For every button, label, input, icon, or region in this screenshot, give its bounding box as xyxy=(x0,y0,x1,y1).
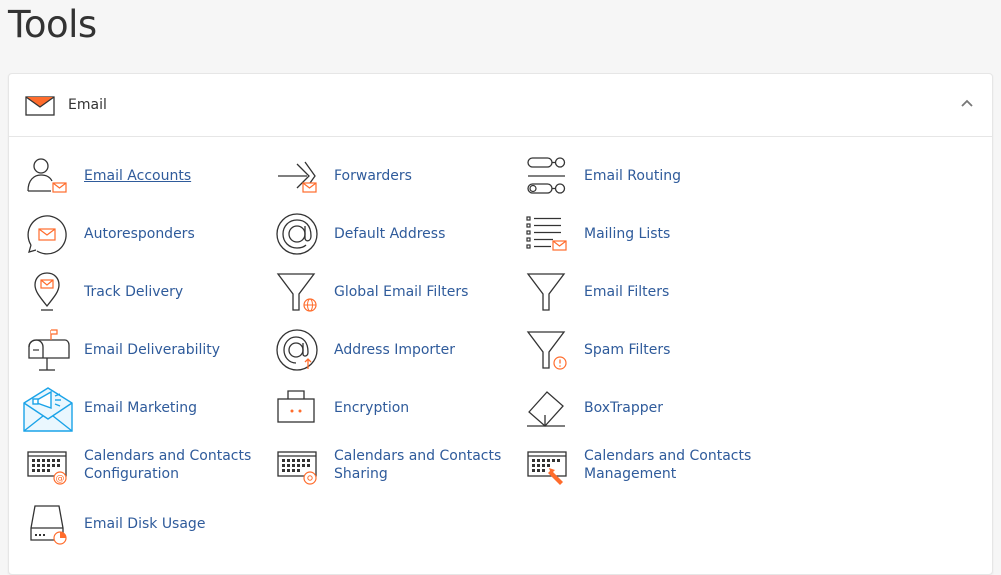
item-label: Address Importer xyxy=(334,342,456,358)
item-label: BoxTrapper xyxy=(584,400,663,416)
item-label: Encryption xyxy=(334,400,410,416)
item-label: Calendars and Contacts Management xyxy=(584,448,752,482)
item-label: Email Disk Usage xyxy=(84,516,206,532)
email-routing-icon xyxy=(525,154,573,198)
email-routing-link[interactable]: Email Routing xyxy=(525,154,765,198)
spam-filters-icon xyxy=(525,328,573,372)
track-delivery-link[interactable]: Track Delivery xyxy=(25,270,265,314)
autoresponders-icon xyxy=(25,212,73,256)
calendars-management-link[interactable]: Calendars and Contacts Management xyxy=(525,444,765,488)
autoresponders-link[interactable]: Autoresponders xyxy=(25,212,265,256)
email-disk-usage-link[interactable]: Email Disk Usage xyxy=(25,502,265,546)
item-label: Email Filters xyxy=(584,284,670,300)
item-label: Autoresponders xyxy=(84,226,195,242)
default-address-icon xyxy=(275,212,323,256)
item-label: Global Email Filters xyxy=(334,284,469,300)
boxtrapper-icon xyxy=(525,386,573,430)
item-label: Email Routing xyxy=(584,168,681,184)
item-label: Email Accounts xyxy=(84,168,192,184)
calendars-sharing-icon xyxy=(275,444,323,488)
item-label: Mailing Lists xyxy=(584,226,671,242)
forwarders-icon xyxy=(275,154,323,198)
email-filters-icon xyxy=(525,270,573,314)
page-title: Tools xyxy=(8,3,97,46)
item-label: Email Marketing xyxy=(84,400,198,416)
calendars-config-icon: @ xyxy=(25,444,73,488)
envelope-icon xyxy=(25,94,55,118)
email-deliverability-icon xyxy=(25,328,73,372)
default-address-link[interactable]: Default Address xyxy=(275,212,515,256)
email-panel: Email Email Accounts Forwarders Email Ro… xyxy=(8,73,993,575)
email-marketing-icon xyxy=(23,386,73,432)
panel-title: Email xyxy=(68,97,107,113)
address-importer-link[interactable]: Address Importer xyxy=(275,328,515,372)
item-label: Calendars and Contacts Configuration xyxy=(84,448,252,482)
mailing-lists-link[interactable]: Mailing Lists xyxy=(525,212,765,256)
item-label: Calendars and Contacts Sharing xyxy=(334,448,502,482)
calendars-management-icon xyxy=(525,444,573,488)
item-label: Forwarders xyxy=(334,168,412,184)
email-panel-header[interactable]: Email xyxy=(9,74,992,137)
calendars-sharing-link[interactable]: Calendars and Contacts Sharing xyxy=(275,444,515,488)
item-label: Spam Filters xyxy=(584,342,671,358)
mailing-lists-icon xyxy=(525,212,573,256)
encryption-link[interactable]: Encryption xyxy=(275,386,515,430)
address-importer-icon xyxy=(275,328,323,372)
encryption-icon xyxy=(275,386,323,430)
boxtrapper-link[interactable]: BoxTrapper xyxy=(525,386,765,430)
svg-text:@: @ xyxy=(56,474,65,484)
track-delivery-icon xyxy=(25,270,73,314)
email-marketing-link[interactable]: Email Marketing xyxy=(23,386,265,432)
global-email-filters-icon xyxy=(275,270,323,314)
email-accounts-icon xyxy=(25,154,73,198)
chevron-up-icon[interactable] xyxy=(960,96,974,110)
email-filters-link[interactable]: Email Filters xyxy=(525,270,765,314)
global-email-filters-link[interactable]: Global Email Filters xyxy=(275,270,515,314)
forwarders-link[interactable]: Forwarders xyxy=(275,154,515,198)
email-deliverability-link[interactable]: Email Deliverability xyxy=(25,328,265,372)
item-label: Track Delivery xyxy=(84,284,184,300)
item-label: Email Deliverability xyxy=(84,342,221,358)
item-label: Default Address xyxy=(334,226,446,242)
spam-filters-link[interactable]: Spam Filters xyxy=(525,328,765,372)
email-disk-usage-icon xyxy=(25,502,73,546)
calendars-config-link[interactable]: @ Calendars and Contacts Configuration xyxy=(25,444,265,488)
email-accounts-link[interactable]: Email Accounts xyxy=(25,154,265,198)
